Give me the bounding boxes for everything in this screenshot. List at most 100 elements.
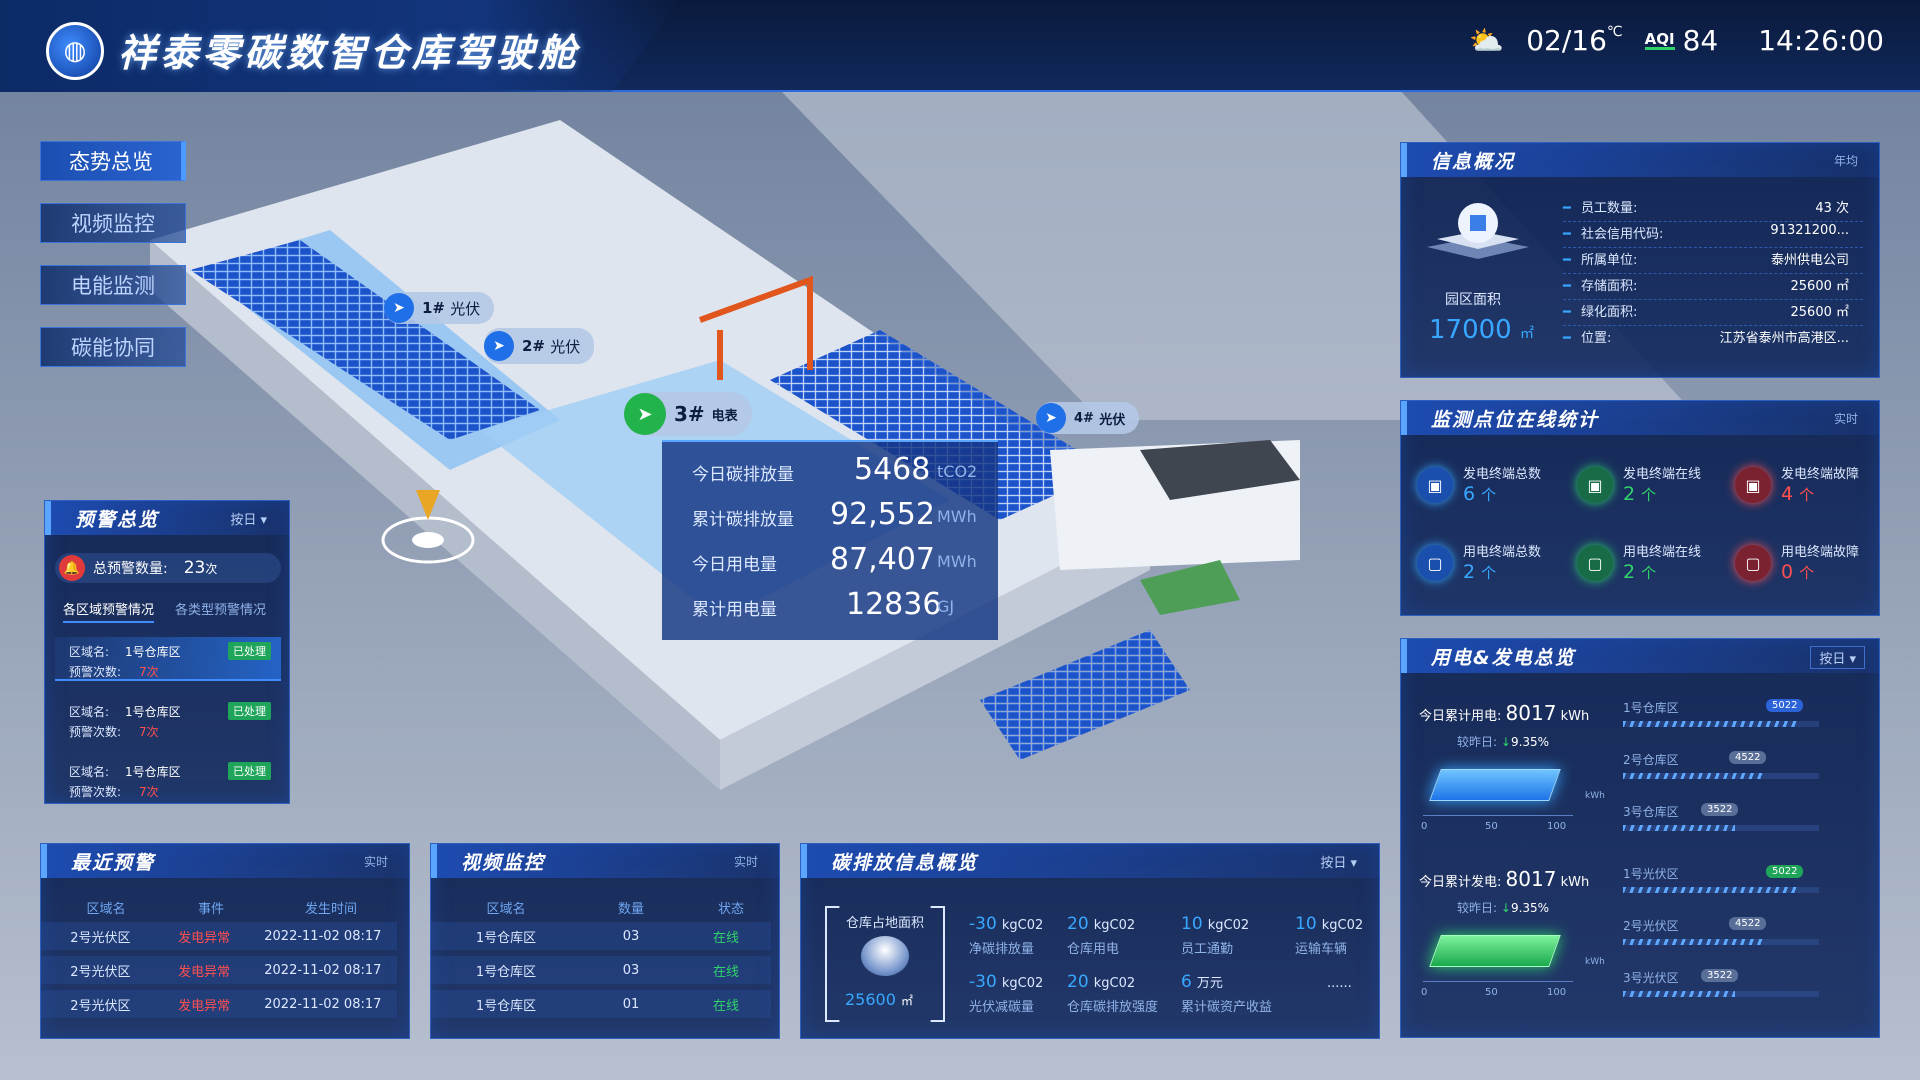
tab-type-warning[interactable]: 各类型预警情况 — [175, 599, 266, 618]
info-key: 社会信用代码: — [1580, 227, 1664, 242]
tab-area-warning[interactable]: 各区域预警情况 — [63, 599, 155, 623]
panel-title: 监测点位在线统计 — [1431, 409, 1600, 431]
gen-label: 今日累计发电: — [1419, 875, 1502, 890]
pin-id: 2# — [522, 337, 546, 355]
cell-value: 10 — [1181, 914, 1203, 934]
filter-select[interactable]: 按日 ▾ — [1810, 646, 1865, 669]
table-row[interactable]: 2号光伏区 发电异常 2022-11-02 08:17 — [41, 922, 397, 950]
area-label: 区域名: — [69, 705, 110, 719]
panel-title: 视频监控 — [461, 852, 546, 874]
table-header: 区域名 事件 发生时间 — [41, 898, 411, 917]
stat-unit: MWh — [937, 552, 977, 571]
arrow-down-icon: ↓ — [1500, 735, 1511, 749]
filter-label: 按日 — [230, 513, 257, 528]
use-axis — [1423, 815, 1573, 816]
nav-overview[interactable]: 态势总览 — [40, 141, 186, 181]
zone-name: 2号仓库区 — [1623, 753, 1679, 767]
dash-icon: ━ — [1563, 227, 1571, 242]
stat-label: 今日碳排放量 — [692, 465, 794, 485]
cell-value: 20 — [1067, 972, 1089, 992]
pin-label: 光伏 — [1099, 412, 1126, 428]
monitor-value: 2 — [1623, 561, 1636, 583]
video-monitor-panel: 视频监控 实时 区域名 数量 状态 1号仓库区 03 在线 1号仓库区 03 在线 1号仓库区… — [430, 843, 780, 1039]
area-label: 区域名: — [69, 645, 110, 659]
info-value: 25600 ㎡ — [1790, 279, 1850, 294]
nav-video[interactable]: 视频监控 — [40, 203, 186, 243]
monitor-unit: 个 — [1799, 486, 1815, 504]
cell: 1号仓库区 — [475, 930, 537, 946]
col-header: 区域名 — [486, 902, 526, 917]
cell-value: ...... — [1327, 976, 1352, 991]
zone-name: 1号仓库区 — [1623, 701, 1679, 715]
list-item[interactable]: 区域名: 1号仓库区 已处理 预警次数: 7次 — [55, 697, 281, 741]
monitor-label: 用电终端在线 — [1623, 545, 1702, 560]
cell-label: 仓库用电 — [1067, 942, 1120, 957]
table-row[interactable]: 2号光伏区 发电异常 2022-11-02 08:17 — [41, 956, 397, 984]
park-building-icon — [1423, 201, 1533, 261]
cell-unit: kgC02 — [1001, 918, 1044, 933]
count-label: 预警次数: — [69, 725, 122, 739]
map-pin-1[interactable]: ➤ 1# 光伏 — [384, 292, 495, 324]
info-value: 43 次 — [1815, 201, 1849, 216]
info-key: 绿化面积: — [1580, 305, 1638, 320]
pin-label: 光伏 — [450, 299, 481, 318]
nav-power-monitor[interactable]: 电能监测 — [40, 265, 186, 305]
table-row[interactable]: 1号仓库区 03 在线 — [431, 956, 771, 984]
zone-name: 2号光伏区 — [1623, 919, 1679, 933]
table-row[interactable]: 2号光伏区 发电异常 2022-11-02 08:17 — [41, 990, 397, 1018]
carbon-cell: -30 kgC02 光伏减碳量 — [969, 972, 1043, 1015]
monitor-value: 0 — [1781, 561, 1794, 583]
cell-label: 运输车辆 — [1295, 942, 1348, 957]
park-area-value: 17000 — [1429, 315, 1512, 345]
list-item[interactable]: 区域名: 1号仓库区 已处理 预警次数: 7次 — [55, 757, 281, 801]
monitor-item[interactable]: ▣ 发电终端总数 6 个 — [1417, 463, 1567, 513]
monitor-item[interactable]: ▢ 用电终端故障 0 个 — [1735, 541, 1875, 591]
axis-tick: 100 — [1547, 821, 1567, 832]
filter-label: 按日 — [1320, 856, 1347, 871]
zone-value-badge: 5022 — [1766, 699, 1804, 712]
info-key: 位置: — [1580, 331, 1612, 346]
gen-summary: 今日累计发电: 8017 kWh — [1419, 867, 1589, 891]
nav-carbon-sync[interactable]: 碳能协同 — [40, 327, 186, 367]
map-pin-2[interactable]: ➤ 2# 光伏 — [484, 328, 595, 364]
cell: 2号光伏区 — [70, 930, 131, 946]
info-list: ━ 员工数量: 43 次 ━ 社会信用代码: 91321200... ━ 所属单位:… — [1563, 197, 1863, 352]
table-row[interactable]: 1号仓库区 03 在线 — [431, 922, 771, 950]
monitor-item[interactable]: ▢ 用电终端总数 2 个 — [1417, 541, 1567, 591]
total-warning-value: 23 — [183, 558, 206, 578]
use-compare: 较昨日: ↓9.35% — [1457, 733, 1549, 750]
table-row[interactable]: 1号仓库区 01 在线 — [431, 990, 771, 1018]
total-warning-unit: 次 — [205, 561, 218, 576]
cell-value: -30 — [969, 972, 997, 992]
stat-value: 12836 — [846, 587, 942, 622]
cell-unit: kgC02 — [1001, 976, 1044, 991]
map-pin-3[interactable]: ➤ 3# 电表 — [624, 392, 752, 436]
filter-select[interactable]: 按日 ▾ — [222, 508, 275, 529]
info-row: ━ 所属单位: 泰州供电公司 — [1563, 249, 1863, 274]
info-row: ━ 员工数量: 43 次 — [1563, 197, 1863, 222]
aqi-label: AQI — [1644, 29, 1675, 50]
list-item[interactable]: 区域名: 1号仓库区 已处理 预警次数: 7次 — [55, 637, 281, 681]
location-arrow-icon: ➤ — [624, 393, 666, 435]
monitor-item[interactable]: ▣ 发电终端在线 2 个 — [1577, 463, 1727, 513]
gen-axis — [1423, 981, 1573, 982]
monitor-item[interactable]: ▢ 用电终端在线 2 个 — [1577, 541, 1727, 591]
cell-unit: 万元 — [1196, 976, 1223, 991]
map-pin-4[interactable]: ➤ 4# 光伏 — [1036, 402, 1140, 434]
info-row: ━ 位置: 江苏省泰州市高港区... — [1563, 327, 1863, 352]
col-header: 发生时间 — [304, 902, 357, 917]
cell: 在线 — [712, 930, 739, 946]
monitor-item[interactable]: ▣ 发电终端故障 4 个 — [1735, 463, 1875, 513]
zone-name: 1号光伏区 — [1623, 867, 1679, 881]
monitor-value: 4 — [1781, 483, 1794, 505]
area-name: 1号仓库区 — [125, 645, 181, 659]
carbon-cell: 10 kgC02 运输车辆 — [1295, 914, 1363, 957]
monitor-label: 用电终端总数 — [1463, 545, 1542, 560]
aqi-value: 84 — [1682, 23, 1719, 57]
monitor-unit: 个 — [1799, 564, 1815, 582]
panel-title: 最近预警 — [71, 852, 156, 874]
compare-label: 较昨日: — [1457, 735, 1498, 749]
filter-select[interactable]: 按日 ▾ — [1312, 851, 1365, 872]
monitor-value: 2 — [1623, 483, 1636, 505]
axis-unit: kWh — [1585, 957, 1605, 967]
